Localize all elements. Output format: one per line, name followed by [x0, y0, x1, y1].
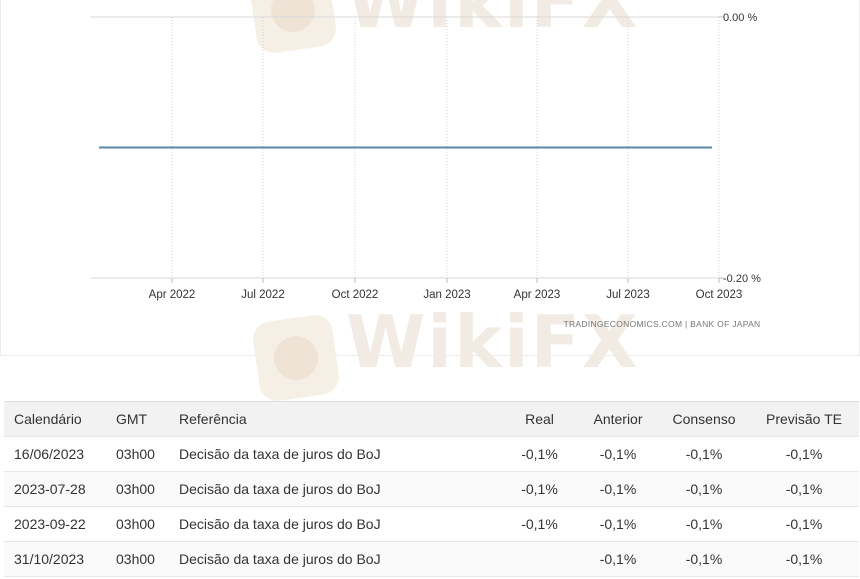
cell-date: 2023-09-22	[4, 506, 106, 542]
table-row: 31/10/2023 03h00 Decisão da taxa de juro…	[4, 541, 859, 577]
cell-time: 03h00	[106, 506, 169, 542]
cell-actual: -0,1%	[502, 506, 577, 542]
cell-time: 03h00	[106, 436, 169, 472]
cell-consensus: -0,1%	[659, 541, 749, 577]
col-previous[interactable]: Anterior	[577, 401, 659, 437]
x-tick-label: Apr 2023	[514, 289, 561, 301]
cell-date: 31/10/2023	[4, 541, 106, 577]
table-row: 16/06/2023 03h00 Decisão da taxa de juro…	[4, 436, 859, 472]
cell-consensus: -0,1%	[659, 506, 749, 542]
y-tick-label: 0.00 %	[723, 12, 757, 24]
col-te-forecast[interactable]: Previsão TE	[749, 401, 859, 437]
cell-event-link[interactable]: Decisão da taxa de juros do BoJ	[169, 541, 502, 577]
x-axis-ticks: Apr 2022 Jul 2022 Oct 2022 Jan 2023 Apr 2023…	[149, 289, 743, 301]
cell-date: 16/06/2023	[4, 436, 106, 472]
x-tick-label: Jul 2022	[241, 289, 284, 301]
cell-te-forecast: -0,1%	[749, 436, 859, 472]
x-tick-label: Jul 2023	[606, 289, 649, 301]
calendar-table: Calendário GMT Referência Real Anterior …	[4, 401, 859, 577]
cell-event-link[interactable]: Decisão da taxa de juros do BoJ	[169, 471, 502, 507]
col-reference[interactable]: Referência	[169, 401, 502, 437]
cell-time: 03h00	[106, 541, 169, 577]
cell-previous: -0,1%	[577, 541, 659, 577]
table-row: 2023-07-28 03h00 Decisão da taxa de juro…	[4, 471, 859, 507]
x-tick-label: Oct 2022	[332, 289, 379, 301]
cell-consensus: -0,1%	[659, 471, 749, 507]
cell-consensus: -0,1%	[659, 436, 749, 472]
table-header-row: Calendário GMT Referência Real Anterior …	[4, 401, 859, 437]
chart-panel: WikiFX WikiFX 0.00 % -0.20 % Apr 2022 Jul …	[0, 0, 860, 404]
chart-grid	[90, 16, 724, 283]
cell-time: 03h00	[106, 471, 169, 507]
cell-actual	[502, 541, 577, 577]
col-calendar[interactable]: Calendário	[4, 401, 106, 437]
cell-event-link[interactable]: Decisão da taxa de juros do BoJ	[169, 436, 502, 472]
col-actual[interactable]: Real	[502, 401, 577, 437]
cell-actual: -0,1%	[502, 436, 577, 472]
x-tick-label: Oct 2023	[696, 289, 743, 301]
cell-previous: -0,1%	[577, 436, 659, 472]
table-row: 2023-09-22 03h00 Decisão da taxa de juro…	[4, 506, 859, 542]
chart-source: TRADINGECONOMICS.COM | BANK OF JAPAN	[563, 319, 760, 329]
cell-te-forecast: -0,1%	[749, 471, 859, 507]
cell-te-forecast: -0,1%	[749, 541, 859, 577]
y-axis-ticks: 0.00 % -0.20 %	[723, 12, 761, 285]
interest-rate-chart: 0.00 % -0.20 % Apr 2022 Jul 2022 Oct 2022 Ja…	[90, 12, 761, 329]
col-consensus[interactable]: Consenso	[659, 401, 749, 437]
cell-previous: -0,1%	[577, 471, 659, 507]
x-tick-label: Jan 2023	[423, 289, 470, 301]
y-tick-label: -0.20 %	[723, 273, 761, 285]
cell-event-link[interactable]: Decisão da taxa de juros do BoJ	[169, 506, 502, 542]
x-tick-label: Apr 2022	[149, 289, 196, 301]
cell-date: 2023-07-28	[4, 471, 106, 507]
cell-actual: -0,1%	[502, 471, 577, 507]
col-gmt[interactable]: GMT	[106, 401, 169, 437]
cell-previous: -0,1%	[577, 506, 659, 542]
cell-te-forecast: -0,1%	[749, 506, 859, 542]
